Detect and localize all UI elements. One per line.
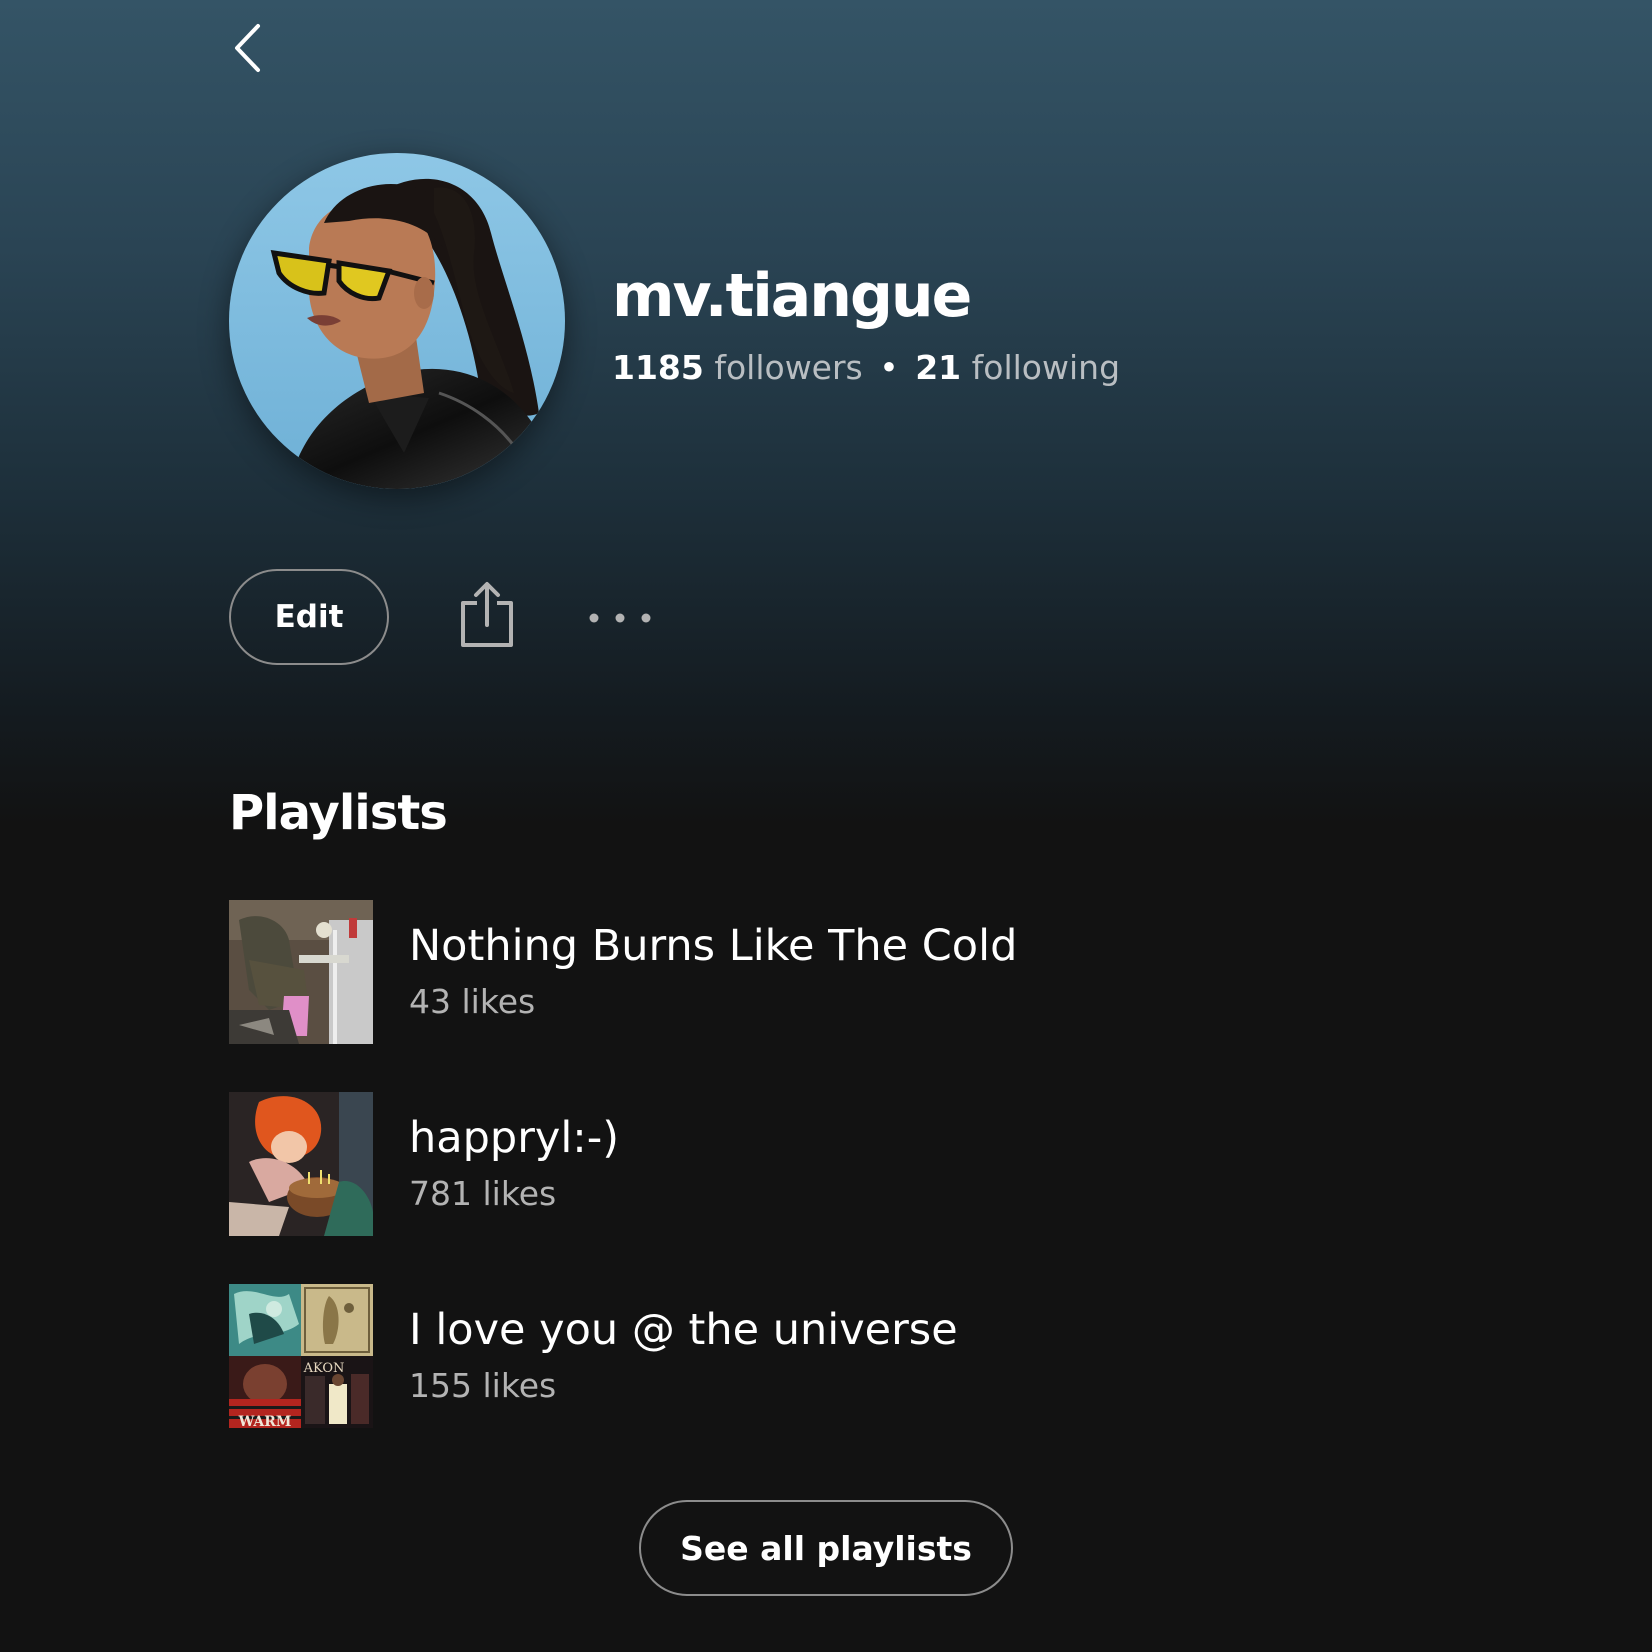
avatar[interactable] xyxy=(229,153,565,489)
playlist-likes: 43 likes xyxy=(409,982,536,1021)
avatar-image xyxy=(229,153,565,489)
playlist-cover xyxy=(229,1092,373,1236)
following-label[interactable]: following xyxy=(972,348,1120,387)
followers-label[interactable]: followers xyxy=(714,348,862,387)
playlist-cover: WARM AKON xyxy=(229,1284,373,1428)
cover-text-akon: AKON xyxy=(303,1361,345,1376)
playlist-item[interactable]: WARM AKON I love you @ the universe 155 … xyxy=(229,1284,1329,1428)
cover-text-warm: WARM xyxy=(238,1414,292,1428)
profile-screen: mv.tiangue 1185 followers • 21 following… xyxy=(0,0,1652,1652)
stats-separator: • xyxy=(879,348,899,387)
playlist-likes: 781 likes xyxy=(409,1174,557,1213)
playlist-title: Nothing Burns Like The Cold xyxy=(409,921,1018,971)
see-all-playlists-button[interactable]: See all playlists xyxy=(639,1500,1013,1596)
more-options-button[interactable] xyxy=(585,598,655,638)
share-icon xyxy=(461,582,513,647)
more-horizontal-icon xyxy=(589,613,651,623)
playlists-heading: Playlists xyxy=(229,785,448,841)
playlist-likes: 155 likes xyxy=(409,1366,557,1405)
playlist-cover xyxy=(229,900,373,1044)
followers-count[interactable]: 1185 xyxy=(612,348,704,387)
share-button[interactable] xyxy=(455,576,519,652)
playlist-title: happryl:-) xyxy=(409,1113,620,1163)
following-count[interactable]: 21 xyxy=(915,348,961,387)
profile-name: mv.tiangue xyxy=(612,261,972,331)
playlist-title: I love you @ the universe xyxy=(409,1305,958,1355)
edit-button[interactable]: Edit xyxy=(229,569,389,665)
playlist-item[interactable]: happryl:-) 781 likes xyxy=(229,1092,1329,1236)
playlist-item[interactable]: Nothing Burns Like The Cold 43 likes xyxy=(229,900,1329,1044)
chevron-left-icon xyxy=(235,24,260,72)
back-button[interactable] xyxy=(228,20,268,76)
follow-stats: 1185 followers • 21 following xyxy=(612,346,1120,390)
